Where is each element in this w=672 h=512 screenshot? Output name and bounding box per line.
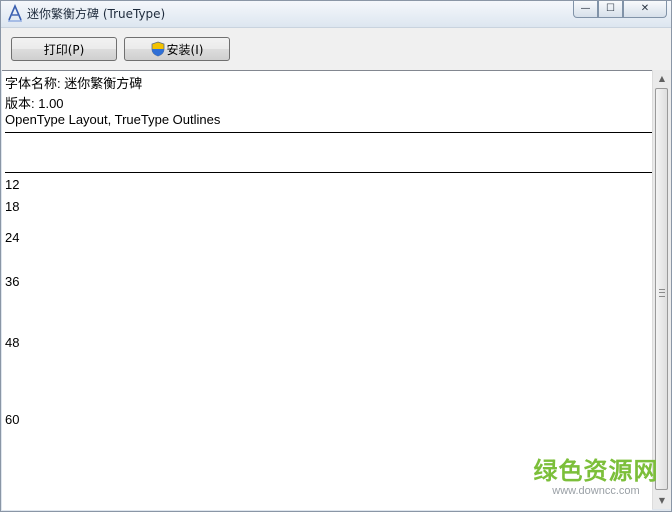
title-bar[interactable]: 迷你繁衡方碑 (TrueType) — ☐ ✕ <box>1 1 671 27</box>
scrollbar-thumb[interactable] <box>655 88 668 490</box>
sample-size-label: 12 <box>5 177 20 192</box>
install-button-label: 安装(I) <box>166 42 204 57</box>
grip-icon <box>659 289 665 297</box>
toolbar: 打印(P) 安装(I) <box>1 27 671 70</box>
maximize-icon: ☐ <box>606 3 615 14</box>
uac-shield-icon <box>151 41 164 57</box>
window-title: 迷你繁衡方碑 (TrueType) <box>27 7 166 21</box>
window-controls: — ☐ ✕ <box>573 1 667 19</box>
install-button[interactable]: 安装(I) <box>124 37 230 61</box>
scroll-down-button[interactable]: ▼ <box>653 492 671 509</box>
minimize-button[interactable]: — <box>573 1 598 18</box>
close-button[interactable]: ✕ <box>623 1 667 18</box>
font-viewer-icon <box>8 4 22 22</box>
divider <box>5 172 652 173</box>
sample-size-label: 60 <box>5 412 20 427</box>
vertical-scrollbar[interactable]: ▲ ▼ <box>652 70 671 509</box>
sample-size-label: 36 <box>5 274 20 289</box>
print-button[interactable]: 打印(P) <box>11 37 117 61</box>
chevron-up-icon: ▲ <box>658 74 666 83</box>
minimize-icon: — <box>580 3 591 14</box>
font-version-line: 版本: 1.00 <box>5 96 64 111</box>
scroll-up-button[interactable]: ▲ <box>653 70 671 87</box>
font-name-line: 字体名称: 迷你繁衡方碑 <box>5 76 143 91</box>
font-preview-area: 字体名称: 迷你繁衡方碑 版本: 1.00 OpenType Layout, T… <box>2 70 652 510</box>
chevron-down-icon: ▼ <box>658 496 666 505</box>
maximize-button[interactable]: ☐ <box>598 1 623 18</box>
font-viewer-window: 迷你繁衡方碑 (TrueType) — ☐ ✕ 打印(P) 安装(I) 字体名称… <box>0 0 672 512</box>
divider <box>5 132 652 133</box>
sample-size-label: 24 <box>5 230 20 245</box>
close-icon: ✕ <box>640 3 650 14</box>
font-format-line: OpenType Layout, TrueType Outlines <box>5 112 221 127</box>
sample-size-label: 18 <box>5 199 20 214</box>
sample-size-label: 48 <box>5 335 20 350</box>
